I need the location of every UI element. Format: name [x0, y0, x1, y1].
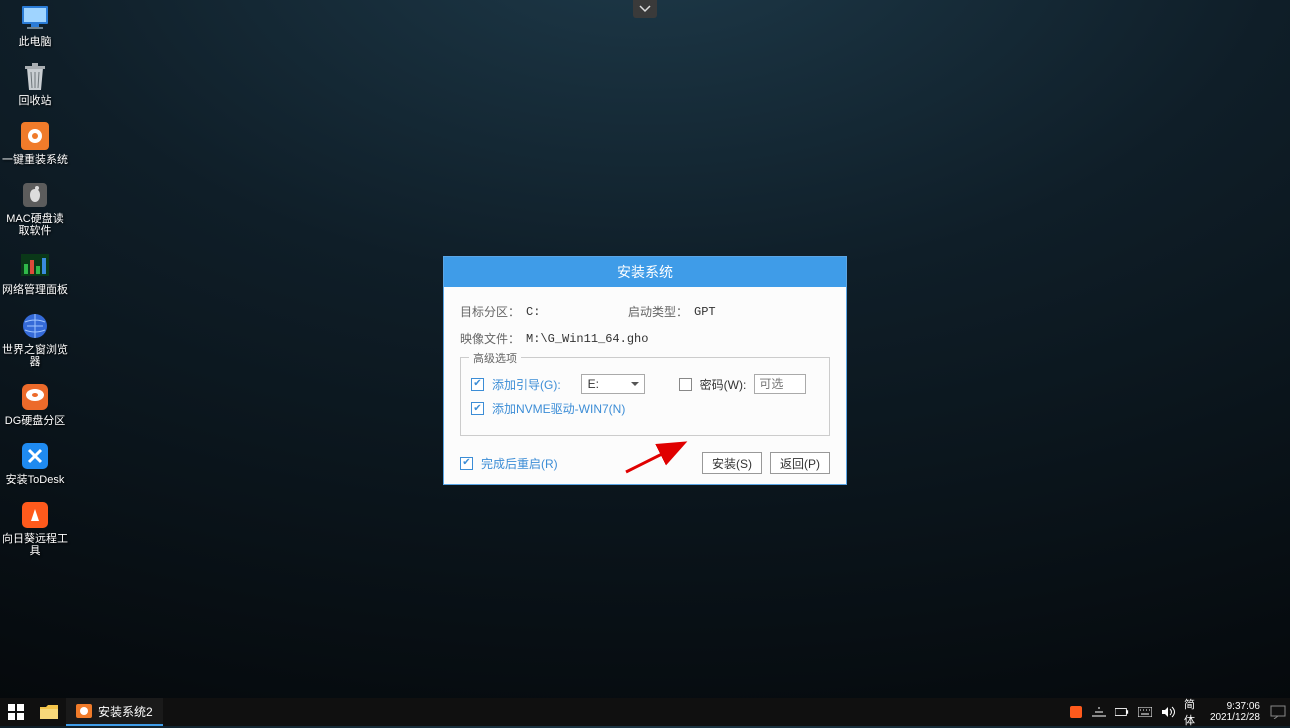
desktop-icon-world-browser[interactable]: 世界之窗浏览 器 — [0, 311, 70, 368]
boot-type-label: 启动类型： — [628, 303, 688, 320]
desktop-icon-label: 网络管理面板 — [2, 284, 68, 296]
gear-box-icon — [20, 121, 50, 151]
todesk-icon — [20, 441, 50, 471]
desktop-icon-label: MAC硬盘读 取软件 — [6, 213, 63, 237]
nvme-driver-label[interactable]: 添加NVME驱动-WIN7(N) — [492, 400, 625, 417]
nvme-driver-checkbox[interactable] — [471, 402, 484, 415]
desktop-icon-this-pc[interactable]: 此电脑 — [0, 3, 70, 48]
password-input[interactable] — [754, 374, 806, 394]
reboot-after-label[interactable]: 完成后重启(R) — [481, 455, 558, 472]
reboot-after-checkbox[interactable] — [460, 457, 473, 470]
desktop-icons: 此电脑 回收站 一键重装系统 — [0, 3, 70, 571]
advanced-options-group: 高级选项 添加引导(G): E: 密码(W): 添加NVME驱动-WIN7(N) — [460, 357, 830, 436]
clock-date: 2021/12/28 — [1210, 712, 1260, 723]
ime-text: 简体 — [1184, 696, 1198, 728]
keyboard-icon[interactable] — [1138, 705, 1152, 719]
password-checkbox[interactable] — [679, 378, 692, 391]
apple-icon — [20, 180, 50, 210]
desktop-icon-label: 安装ToDesk — [6, 474, 65, 486]
notification-center[interactable] — [1266, 698, 1290, 726]
desktop-icon-label: 世界之窗浏览 器 — [2, 344, 68, 368]
tray-app-icon[interactable] — [1069, 705, 1083, 719]
ime-indicator[interactable]: 简体 — [1184, 705, 1198, 719]
network-icon[interactable] — [1092, 705, 1106, 719]
chart-icon — [20, 251, 50, 281]
top-expand-bar[interactable] — [633, 0, 657, 18]
red-arrow-annotation — [620, 438, 700, 478]
dialog-title[interactable]: 安装系统 — [444, 257, 846, 287]
image-file-value: M:\G_Win11_64.gho — [526, 332, 648, 346]
advanced-options-legend: 高级选项 — [469, 350, 521, 366]
desktop-icon-label: DG硬盘分区 — [5, 415, 66, 427]
desktop-icon-mac-disk-read[interactable]: MAC硬盘读 取软件 — [0, 180, 70, 237]
clock-time: 9:37:06 — [1210, 701, 1260, 712]
trash-icon — [20, 62, 50, 92]
target-partition-value: C: — [526, 305, 606, 319]
notification-icon — [1270, 705, 1286, 719]
password-label[interactable]: 密码(W): — [700, 376, 747, 393]
taskbar: 安装系统2 简体 9:37:06 2021/12/28 — [0, 698, 1290, 726]
taskbar-app-install-system[interactable]: 安装系统2 — [66, 698, 163, 726]
boot-drive-select[interactable]: E: — [581, 374, 645, 394]
file-explorer-button[interactable] — [32, 698, 66, 726]
windows-icon — [8, 704, 24, 720]
install-button[interactable]: 安装(S) — [702, 452, 762, 474]
desktop-icon-network-monitor[interactable]: 网络管理面板 — [0, 251, 70, 296]
chevron-down-icon — [639, 4, 651, 14]
start-button[interactable] — [0, 698, 32, 726]
battery-icon[interactable] — [1115, 705, 1129, 719]
globe-icon — [20, 311, 50, 341]
app-icon — [76, 704, 92, 718]
desktop-icon-label: 此电脑 — [19, 36, 52, 48]
back-button[interactable]: 返回(P) — [770, 452, 830, 474]
boot-drive-select-value: E: — [588, 377, 599, 391]
desktop-icon-install-todesk[interactable]: 安装ToDesk — [0, 441, 70, 486]
taskbar-clock[interactable]: 9:37:06 2021/12/28 — [1204, 701, 1266, 723]
desktop-icon-sunlogin-remote[interactable]: 向日葵远程工 具 — [0, 500, 70, 557]
dialog-body: 目标分区： C: 启动类型： GPT 映像文件： M:\G_Win11_64.g… — [444, 287, 846, 444]
desktop-icon-label: 向日葵远程工 具 — [2, 533, 68, 557]
volume-icon[interactable] — [1161, 705, 1175, 719]
system-tray: 简体 — [1063, 705, 1204, 719]
taskbar-app-title: 安装系统2 — [98, 703, 153, 720]
add-boot-label[interactable]: 添加引导(G): — [492, 376, 561, 393]
image-file-label: 映像文件： — [460, 330, 520, 347]
add-boot-checkbox[interactable] — [471, 378, 484, 391]
monitor-icon — [20, 3, 50, 33]
desktop-icon-recycle-bin[interactable]: 回收站 — [0, 62, 70, 107]
desktop-icon-onekey-install[interactable]: 一键重装系统 — [0, 121, 70, 166]
disk-icon — [20, 382, 50, 412]
target-partition-label: 目标分区： — [460, 303, 520, 320]
sunlogin-icon — [20, 500, 50, 530]
desktop-icon-label: 回收站 — [19, 95, 52, 107]
desktop-icon-label: 一键重装系统 — [2, 154, 68, 166]
folder-icon — [40, 705, 58, 719]
boot-type-value: GPT — [694, 305, 716, 319]
desktop-icon-dg-partition[interactable]: DG硬盘分区 — [0, 382, 70, 427]
